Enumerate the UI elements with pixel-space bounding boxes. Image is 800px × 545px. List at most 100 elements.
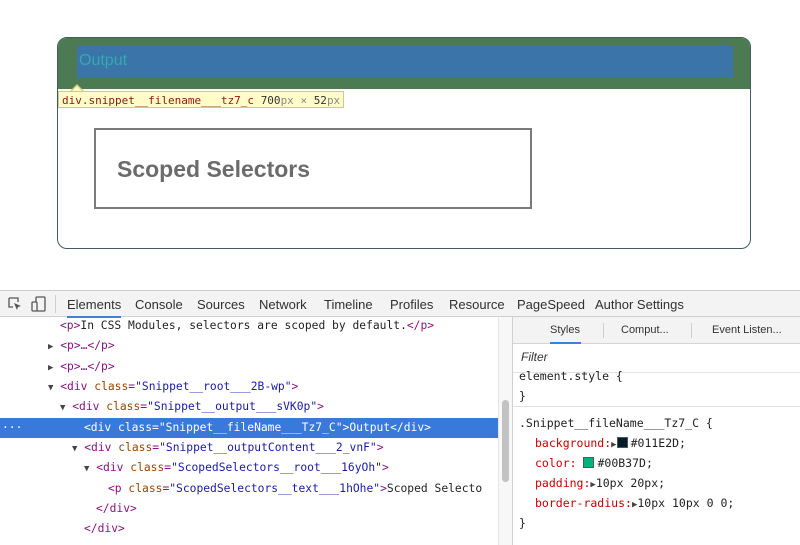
dom-attr-value: "Snippet__root___2B-wp"	[135, 380, 292, 393]
tab-console[interactable]: Console	[135, 291, 183, 318]
snippet-root: Output Scoped Selectors	[57, 37, 751, 249]
device-mode-icon[interactable]	[30, 295, 48, 313]
tooltip-width: 700	[260, 94, 281, 107]
tab-pagespeed[interactable]: PageSpeed	[517, 291, 585, 318]
dom-tag: <p>…</p>	[60, 360, 115, 373]
subtab-styles[interactable]: Styles	[550, 317, 581, 344]
filename-highlight: Output	[77, 46, 733, 78]
dom-attr-name: class	[106, 400, 141, 413]
rule-close-brace: }	[519, 516, 526, 530]
css-property: border-radius:	[535, 496, 632, 510]
snippet-output-header-highlight: Output	[58, 38, 750, 89]
css-value: 10px 10px 0 0;	[637, 496, 735, 510]
dom-node-p-collapsed[interactable]: ▶ <p>…</p>	[0, 336, 512, 356]
tooltip-times: ×	[300, 94, 308, 107]
tooltip-unit-height: px	[326, 94, 341, 107]
dom-attr-value: "Snippet__fileName___Tz7_C"	[158, 421, 343, 434]
element-size-tooltip: div.snippet__filename___tz7_c 700px × 52…	[58, 91, 345, 108]
dom-node-p-collapsed[interactable]: ▶ <p>…</p>	[0, 357, 512, 377]
inspect-element-icon[interactable]	[6, 295, 24, 313]
tab-network[interactable]: Network	[259, 291, 307, 318]
collapse-triangle-icon[interactable]: ▼	[84, 464, 89, 474]
styles-filter-input[interactable]: Filter	[521, 350, 548, 364]
rule-selector[interactable]: .Snippet__fileName___Tz7_C {	[519, 416, 713, 430]
css-declaration-padding[interactable]: padding:▶10px 20px;	[535, 476, 665, 490]
dom-tag: </div>	[390, 421, 431, 434]
tab-timeline[interactable]: Timeline	[324, 291, 373, 318]
dom-node-output-content[interactable]: ▼ <div class="Snippet__outputContent___2…	[0, 438, 512, 458]
tab-author-settings[interactable]: Author Settings	[595, 291, 684, 318]
dom-node-scoped-root[interactable]: ▼ <div class="ScopedSelectors__root___16…	[0, 458, 512, 478]
collapse-triangle-icon[interactable]: ▼	[72, 444, 77, 454]
dom-tag: <p>…</p>	[60, 339, 115, 352]
tab-elements[interactable]: Elements	[67, 291, 122, 318]
toolbar-separator	[55, 295, 56, 313]
more-options-icon[interactable]: ···	[2, 418, 22, 438]
elements-dom-tree: <p>In CSS Modules, selectors are scoped …	[0, 317, 512, 545]
collapse-triangle-icon[interactable]: ▼	[60, 403, 65, 413]
dom-tag: >	[381, 461, 389, 474]
css-value: #011E2D;	[630, 436, 686, 450]
scoped-selectors-text: Scoped Selectors	[117, 156, 311, 182]
css-value: 10px 20px;	[595, 476, 666, 490]
dom-tag: <div	[72, 400, 100, 413]
element-style-rule[interactable]: element.style {	[519, 369, 623, 383]
css-declaration-color[interactable]: color: #00B37D;	[535, 456, 653, 470]
tab-sources[interactable]: Sources	[197, 291, 245, 318]
dom-node-close-div[interactable]: </div>	[0, 519, 512, 539]
dom-tag: </div>	[84, 522, 125, 535]
tooltip-height: 52	[313, 94, 327, 107]
color-swatch-icon[interactable]	[583, 457, 595, 468]
filename-text: Output	[79, 52, 128, 69]
expand-triangle-icon[interactable]: ▶	[48, 363, 53, 373]
dom-attr-name: class	[130, 461, 165, 474]
dom-attr-value: "Snippet__outputContent___2_vnF"	[159, 441, 377, 454]
dom-text: Output	[349, 421, 391, 434]
dom-attr-name: class	[128, 482, 163, 495]
dom-attr-value: "ScopedSelectors__text___1hOhe"	[169, 482, 381, 495]
dom-node-scoped-text[interactable]: <p class="ScopedSelectors__text___1hOhe"…	[0, 479, 512, 499]
css-property: padding:	[535, 476, 591, 490]
subtab-separator	[603, 323, 604, 338]
dom-attr-name: class	[94, 380, 129, 393]
devtools-panel: Elements Console Sources Network Timelin…	[0, 290, 800, 545]
dom-tag: >	[380, 482, 387, 495]
dom-tag: <div	[84, 441, 112, 454]
css-value: #00B37D;	[597, 456, 653, 470]
collapse-triangle-icon[interactable]: ▼	[48, 383, 53, 393]
dom-text: In CSS Modules, selectors are scoped by …	[80, 319, 407, 332]
dom-tag: <div	[84, 421, 112, 434]
subtab-computed[interactable]: Comput...	[621, 317, 669, 344]
css-declaration-border-radius[interactable]: border-radius:▶10px 10px 0 0;	[535, 496, 734, 510]
dom-text: Scoped Selecto	[386, 482, 483, 495]
tab-resource[interactable]: Resource	[449, 291, 505, 318]
dom-attr-name: class	[118, 421, 153, 434]
dom-attr-value: "ScopedSelectors__root___16yOh"	[171, 461, 382, 474]
rule-divider	[513, 406, 800, 407]
tooltip-unit-width: px	[280, 94, 294, 107]
tab-profiles[interactable]: Profiles	[390, 291, 433, 318]
devtools-toolbar: Elements Console Sources Network Timelin…	[0, 290, 800, 318]
dom-node-close-div[interactable]: </div>	[0, 499, 512, 519]
dom-node-p-intro[interactable]: <p>In CSS Modules, selectors are scoped …	[0, 317, 512, 336]
dom-tag: >	[291, 380, 299, 393]
dom-node-snippet-root[interactable]: ▼ <div class="Snippet__root___2B-wp">	[0, 377, 512, 397]
rule-close-brace: }	[519, 389, 526, 403]
css-declaration-background[interactable]: background:▶ #011E2D;	[535, 436, 686, 450]
expand-triangle-icon[interactable]: ▶	[48, 342, 53, 352]
color-swatch-icon[interactable]	[616, 437, 628, 448]
subtab-separator	[691, 323, 692, 338]
tooltip-selector: div.snippet__filename___tz7_c	[62, 94, 255, 107]
dom-tag: <p	[108, 482, 122, 495]
css-property: background:	[535, 436, 612, 450]
dom-tag: </p>	[406, 319, 435, 332]
subtab-event-listeners[interactable]: Event Listen...	[712, 317, 782, 344]
dom-node-snippet-output[interactable]: ▼ <div class="Snippet__output___sVK0p">	[0, 397, 512, 417]
styles-sidebar: Styles Comput... Event Listen... Filter …	[512, 317, 800, 545]
dom-attr-name: class	[118, 441, 153, 454]
dom-node-filename-selected[interactable]: ··· <div class="Snippet__fileName___Tz7_…	[0, 418, 512, 438]
elements-scrollbar-thumb[interactable]	[502, 400, 509, 482]
dom-tag: <p>	[60, 319, 81, 332]
dom-tag: <div	[60, 380, 88, 393]
scoped-selectors-box: Scoped Selectors	[94, 128, 532, 209]
